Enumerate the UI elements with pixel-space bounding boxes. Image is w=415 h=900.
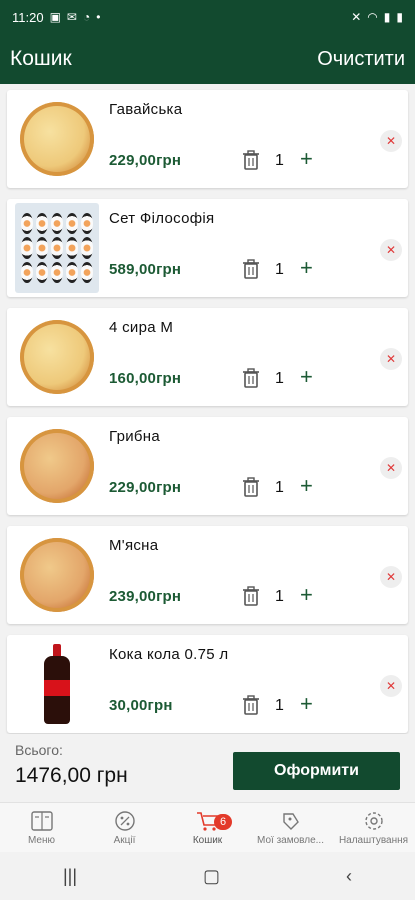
cart-item: Грибна 229,00грн 1 + ✕ [7, 417, 408, 515]
system-nav-bar: ||| ▢ ‹ [0, 852, 415, 900]
tab-label: Меню [27, 834, 56, 846]
product-image [15, 317, 99, 397]
pizza-image [20, 538, 94, 612]
product-image [15, 99, 99, 179]
cart-item: Сет Філософія 589,00грн 1 + ✕ [7, 199, 408, 297]
trash-icon[interactable] [243, 586, 259, 606]
percent-badge-icon [114, 810, 135, 831]
app-icon: ◔ [82, 10, 91, 24]
trash-icon[interactable] [243, 150, 259, 170]
menu-book-icon [30, 810, 53, 831]
quantity-value: 1 [275, 261, 284, 278]
settings-gear-icon [364, 811, 383, 830]
quantity-value: 1 [275, 370, 284, 387]
cart-badge: 6 [214, 814, 232, 830]
sushi-image [15, 203, 99, 293]
product-name: М'ясна [109, 537, 159, 554]
product-price: 229,00грн [109, 152, 182, 169]
cart-item: М'ясна 239,00грн 1 + ✕ [7, 526, 408, 624]
quantity-value: 1 [275, 479, 284, 496]
home-icon[interactable]: ▢ [203, 866, 220, 887]
status-right: ✕ ◠ ▮ ▮ [351, 11, 403, 23]
remove-item-icon[interactable]: ✕ [380, 239, 402, 261]
battery-icon: ▮ [396, 10, 403, 24]
product-name: Грибна [109, 428, 161, 445]
trash-icon[interactable] [243, 477, 259, 497]
status-left: 11:20 ▣ ✉ ◔ • [12, 10, 100, 25]
mail-icon: ✉ [66, 10, 77, 24]
signal-icon: ▮ [383, 10, 391, 24]
product-price: 160,00грн [109, 370, 182, 387]
trash-icon[interactable] [243, 368, 259, 388]
pizza-image [20, 102, 94, 176]
tab-label: Кошик [192, 834, 223, 846]
page-title: Кошик [10, 47, 72, 70]
back-icon[interactable]: ‹ [346, 866, 352, 887]
quantity-value: 1 [275, 588, 284, 605]
trash-icon[interactable] [243, 259, 259, 279]
cart-item: 4 сира М 160,00грн 1 + ✕ [7, 308, 408, 406]
status-bar: 11:20 ▣ ✉ ◔ • ✕ ◠ ▮ ▮ [0, 0, 415, 34]
cart-item: Кока кола 0.75 л 30,00грн 1 + ✕ [7, 635, 408, 733]
tab-menu[interactable]: Меню [0, 803, 83, 852]
plus-icon[interactable]: + [300, 473, 313, 499]
gallery-icon: ▣ [49, 10, 61, 24]
recent-apps-icon[interactable]: ||| [63, 866, 77, 887]
total-bar: Всього: 1476,00 грн Оформити [0, 734, 415, 802]
wifi-icon: ◠ [367, 10, 378, 24]
tab-orders[interactable]: Мої замовле... [249, 803, 332, 852]
pizza-image [20, 320, 94, 394]
orders-icon [282, 812, 299, 830]
quantity-value: 1 [275, 697, 284, 714]
product-image [15, 644, 99, 724]
tab-label: Налаштування [338, 834, 409, 846]
product-price: 229,00грн [109, 479, 182, 496]
tab-label: Акції [113, 834, 136, 846]
product-image [15, 203, 99, 293]
trash-icon[interactable] [243, 695, 259, 715]
quantity-value: 1 [275, 152, 284, 169]
tab-settings[interactable]: Налаштування [332, 803, 415, 852]
total-value: 1476,00 грн [15, 764, 128, 787]
pizza-image [20, 429, 94, 503]
app-bar: Кошик Очистити [0, 34, 415, 84]
bottle-image [44, 644, 70, 724]
product-name: 4 сира М [109, 319, 174, 336]
dot-icon: • [96, 10, 101, 24]
remove-item-icon[interactable]: ✕ [380, 348, 402, 370]
product-price: 30,00грн [109, 697, 173, 714]
remove-item-icon[interactable]: ✕ [380, 566, 402, 588]
clear-cart-button[interactable]: Очистити [317, 48, 405, 71]
remove-item-icon[interactable]: ✕ [380, 675, 402, 697]
product-price: 589,00грн [109, 261, 182, 278]
tab-label: Мої замовле... [257, 834, 324, 846]
remove-item-icon[interactable]: ✕ [380, 130, 402, 152]
product-name: Гавайська [109, 101, 183, 118]
bottom-tab-bar: Меню Акції 6 Кошик Мої замовле... Налашт… [0, 802, 415, 852]
checkout-button[interactable]: Оформити [233, 752, 400, 790]
plus-icon[interactable]: + [300, 364, 313, 390]
remove-item-icon[interactable]: ✕ [380, 457, 402, 479]
product-name: Сет Філософія [109, 210, 215, 227]
product-image [15, 426, 99, 506]
mute-icon: ✕ [351, 10, 362, 24]
cart-item: Гавайська 229,00грн 1 + ✕ [7, 90, 408, 188]
status-time: 11:20 [12, 9, 44, 25]
product-price: 239,00грн [109, 588, 182, 605]
product-image [15, 535, 99, 615]
cart-list: Гавайська 229,00грн 1 + ✕ Сет Філософія … [0, 84, 415, 734]
total-label: Всього: [15, 742, 63, 758]
tab-promos[interactable]: Акції [83, 803, 166, 852]
plus-icon[interactable]: + [300, 146, 313, 172]
plus-icon[interactable]: + [300, 582, 313, 608]
tab-cart[interactable]: 6 Кошик [166, 803, 249, 852]
plus-icon[interactable]: + [300, 255, 313, 281]
product-name: Кока кола 0.75 л [109, 646, 229, 663]
plus-icon[interactable]: + [300, 691, 313, 717]
